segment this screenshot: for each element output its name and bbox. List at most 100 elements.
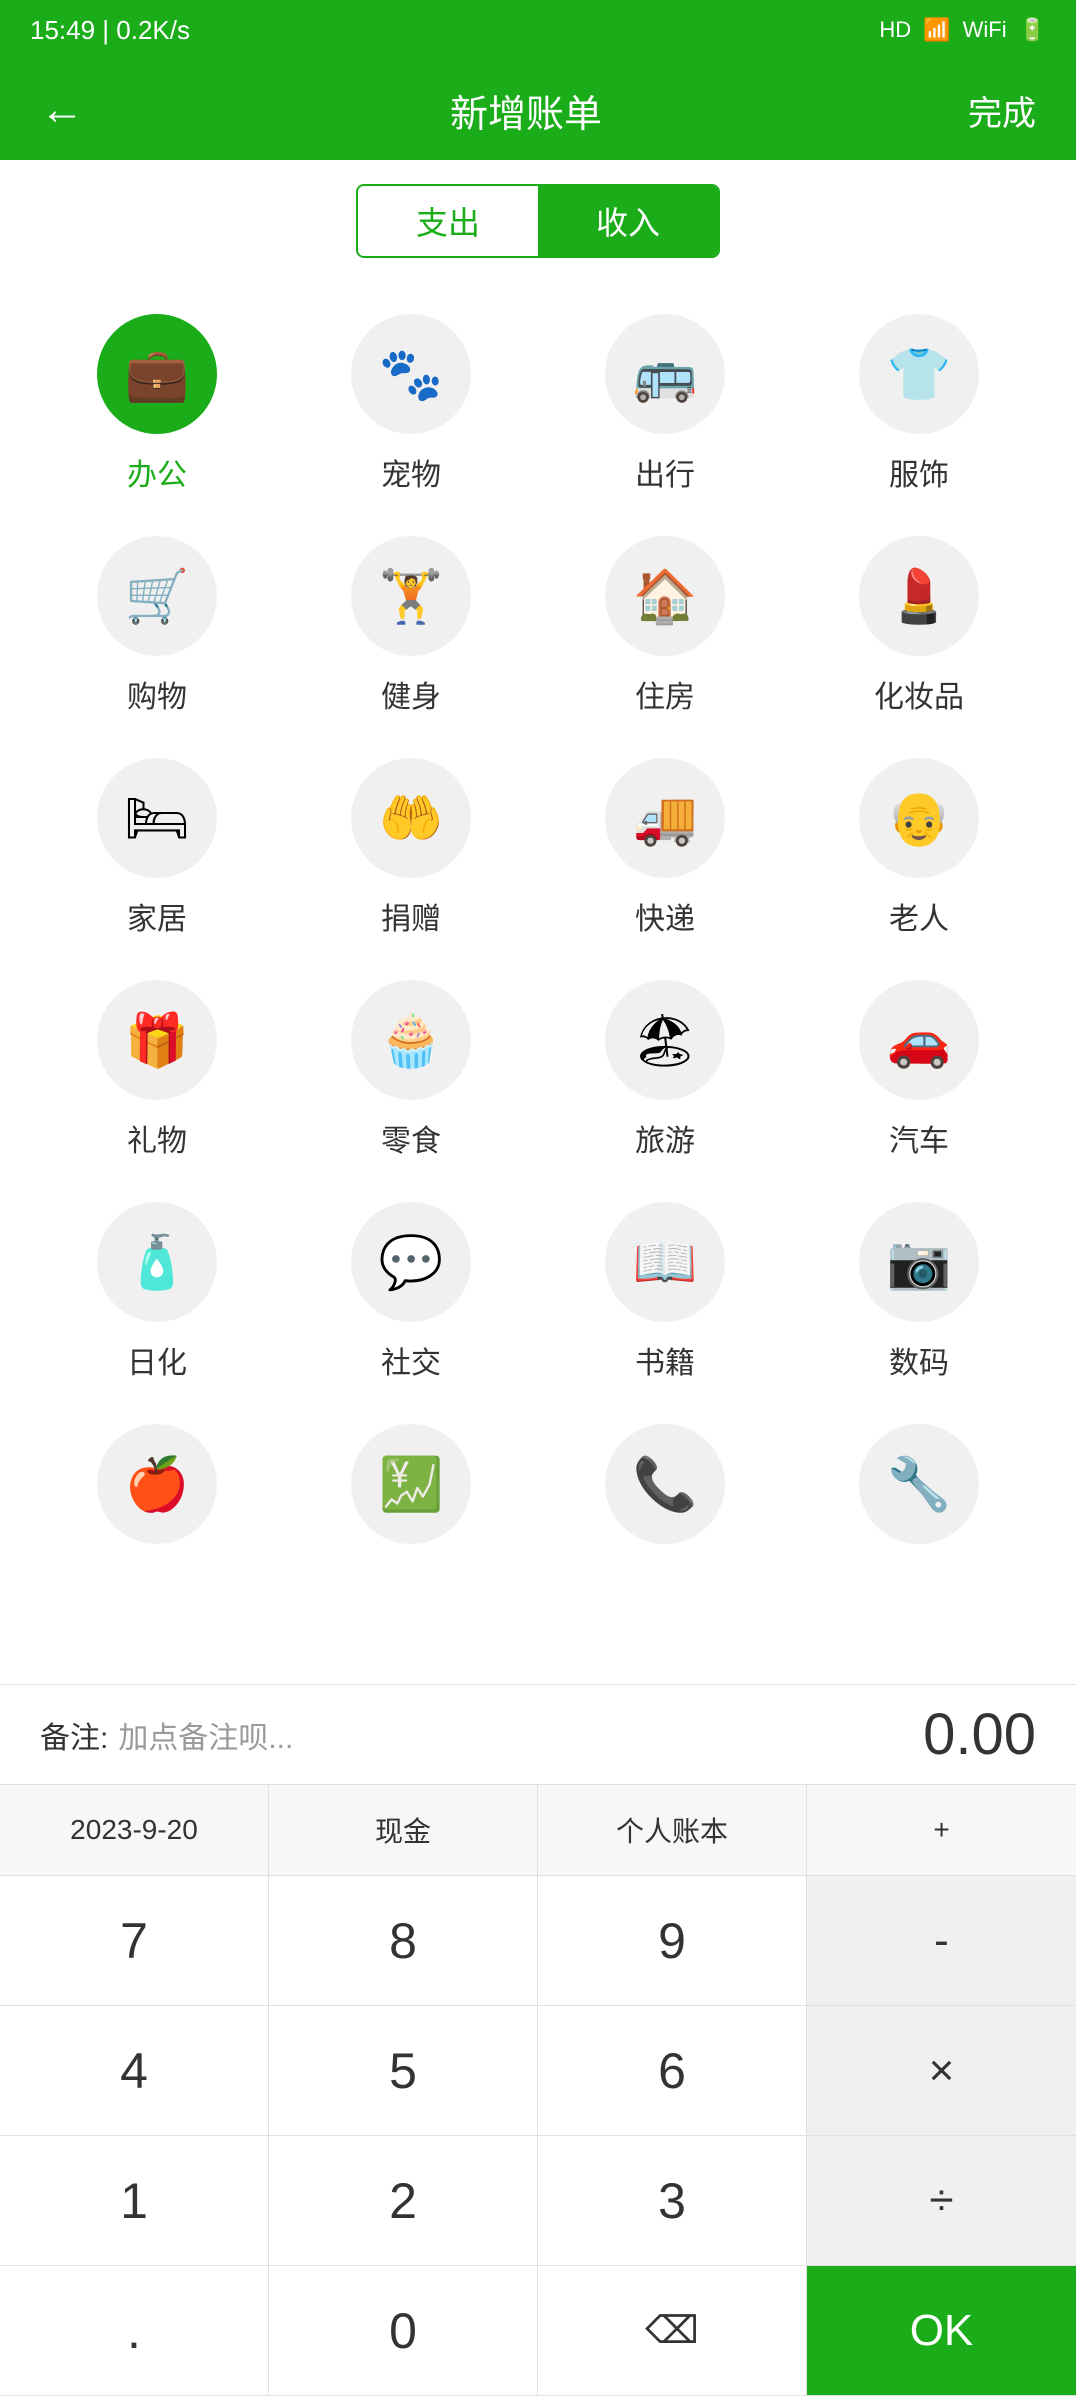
category-label-travel: 出行 xyxy=(635,450,695,494)
calc-key-3[interactable]: 3 xyxy=(538,2136,807,2266)
calc-payment[interactable]: 现金 xyxy=(269,1785,538,1875)
calculator: 789- 456× 123÷.0⌫OK xyxy=(0,1875,1076,2396)
category-item-travel[interactable]: 🚌 出行 xyxy=(555,298,775,510)
category-item-home[interactable]: 🛏 家居 xyxy=(47,742,267,954)
category-item-clothing[interactable]: 👕服饰 xyxy=(809,298,1029,510)
page-title: 新增账单 xyxy=(450,83,602,138)
category-icon-car: 🚗 xyxy=(859,980,979,1100)
category-item-donate[interactable]: 🤲 捐赠 xyxy=(301,742,521,954)
category-item-food[interactable]: 🍎 xyxy=(47,1408,267,1576)
category-item-social[interactable]: 💬社交 xyxy=(301,1186,521,1398)
tab-income[interactable]: 收入 xyxy=(538,186,718,256)
category-item-express[interactable]: 🚚 快递 xyxy=(555,742,775,954)
done-button[interactable]: 完成 xyxy=(968,86,1036,135)
category-label-fitness: 健身 xyxy=(381,672,441,716)
category-icon-express: 🚚 xyxy=(605,758,725,878)
category-row: 🍎 💹 📞 🔧 xyxy=(30,1408,1046,1576)
calc-key-backspace[interactable]: ⌫ xyxy=(538,2266,807,2396)
calc-key-OK[interactable]: OK xyxy=(807,2266,1076,2396)
category-item-digital[interactable]: 📷 数码 xyxy=(809,1186,1029,1398)
category-label-office: 办公 xyxy=(127,450,187,494)
category-item-shopping[interactable]: 🛒 购物 xyxy=(47,520,267,732)
category-icon-donate: 🤲 xyxy=(351,758,471,878)
calc-key-multiply[interactable]: × xyxy=(807,2006,1076,2136)
category-label-books: 书籍 xyxy=(635,1338,695,1382)
calc-account[interactable]: 个人账本 xyxy=(538,1785,807,1875)
category-item-tools[interactable]: 🔧 xyxy=(809,1408,1029,1576)
category-item-office[interactable]: 💼 办公 xyxy=(47,298,267,510)
category-icon-daily: 🧴 xyxy=(97,1202,217,1322)
calc-key-8[interactable]: 8 xyxy=(269,1876,538,2006)
category-icon-digital: 📷 xyxy=(859,1202,979,1322)
category-item-snacks[interactable]: 🧁 零食 xyxy=(301,964,521,1176)
category-item-call[interactable]: 📞 xyxy=(555,1408,775,1576)
category-item-car[interactable]: 🚗 汽车 xyxy=(809,964,1029,1176)
category-item-finance[interactable]: 💹 xyxy=(301,1408,521,1576)
battery-icon: 🔋 xyxy=(1019,17,1046,43)
remark-placeholder[interactable]: 加点备注呗... xyxy=(118,1713,293,1757)
category-label-express: 快递 xyxy=(635,894,695,938)
calc-key-5[interactable]: 5 xyxy=(269,2006,538,2136)
category-item-cosmetics[interactable]: 💄 化妆品 xyxy=(809,520,1029,732)
remark-left: 备注: 加点备注呗... xyxy=(40,1713,293,1757)
category-item-gift[interactable]: 🎁礼物 xyxy=(47,964,267,1176)
calc-key-6[interactable]: 6 xyxy=(538,2006,807,2136)
category-icon-home: 🛏 xyxy=(97,758,217,878)
category-label-gift: 礼物 xyxy=(127,1116,187,1160)
category-row: 💼 办公 🐾宠物 🚌 出行 👕服饰 xyxy=(30,298,1046,510)
category-icon-housing: 🏠 xyxy=(605,536,725,656)
category-label-housing: 住房 xyxy=(635,672,695,716)
category-label-car: 汽车 xyxy=(889,1116,949,1160)
wifi-icon: WiFi xyxy=(963,17,1007,43)
header: ← 新增账单 完成 xyxy=(0,60,1076,160)
category-label-donate: 捐赠 xyxy=(381,894,441,938)
category-icon-food: 🍎 xyxy=(97,1424,217,1544)
category-icon-office: 💼 xyxy=(97,314,217,434)
tab-expense[interactable]: 支出 xyxy=(358,186,538,256)
category-item-books[interactable]: 📖 书籍 xyxy=(555,1186,775,1398)
calc-date[interactable]: 2023-9-20 xyxy=(0,1785,269,1875)
category-label-social: 社交 xyxy=(381,1338,441,1382)
calc-key-2[interactable]: 2 xyxy=(269,2136,538,2266)
category-item-pets[interactable]: 🐾宠物 xyxy=(301,298,521,510)
calc-key--[interactable]: - xyxy=(807,1876,1076,2006)
category-row: 🛒 购物 🏋️健身 🏠 住房 💄 化妆品 xyxy=(30,520,1046,732)
category-icon-cosmetics: 💄 xyxy=(859,536,979,656)
calc-key-7[interactable]: 7 xyxy=(0,1876,269,2006)
category-row: 🧴日化💬社交 📖 书籍 📷 数码 xyxy=(30,1186,1046,1398)
category-icon-snacks: 🧁 xyxy=(351,980,471,1100)
category-icon-travel: 🚌 xyxy=(605,314,725,434)
calc-key-0[interactable]: 0 xyxy=(269,2266,538,2396)
calc-add[interactable]: + xyxy=(807,1785,1076,1875)
category-row: 🛏 家居 🤲 捐赠 🚚 快递 👴老人 xyxy=(30,742,1046,954)
category-label-shopping: 购物 xyxy=(127,672,187,716)
category-label-snacks: 零食 xyxy=(381,1116,441,1160)
category-label-digital: 数码 xyxy=(889,1338,949,1382)
calc-key-4[interactable]: 4 xyxy=(0,2006,269,2136)
back-button[interactable]: ← xyxy=(40,85,84,135)
category-item-housing[interactable]: 🏠 住房 xyxy=(555,520,775,732)
calc-info-row: 2023-9-20 现金 个人账本 + xyxy=(0,1784,1076,1875)
category-icon-call: 📞 xyxy=(605,1424,725,1544)
calc-key-.[interactable]: . xyxy=(0,2266,269,2396)
category-item-fitness[interactable]: 🏋️健身 xyxy=(301,520,521,732)
status-bar: 15:49 | 0.2K/s HD 📶 WiFi 🔋 xyxy=(0,0,1076,60)
hd-label: HD xyxy=(879,17,911,43)
status-time: 15:49 | 0.2K/s xyxy=(30,15,190,46)
calc-key-divide[interactable]: ÷ xyxy=(807,2136,1076,2266)
category-item-tourism[interactable]: 🏖旅游 xyxy=(555,964,775,1176)
tab-switcher: 支出 收入 xyxy=(0,160,1076,278)
category-item-daily[interactable]: 🧴日化 xyxy=(47,1186,267,1398)
calc-key-9[interactable]: 9 xyxy=(538,1876,807,2006)
category-icon-books: 📖 xyxy=(605,1202,725,1322)
category-label-home: 家居 xyxy=(127,894,187,938)
signal-icon: 📶 xyxy=(923,17,950,43)
tab-group: 支出 收入 xyxy=(356,184,720,258)
category-label-cosmetics: 化妆品 xyxy=(874,672,964,716)
category-icon-shopping: 🛒 xyxy=(97,536,217,656)
category-item-elderly[interactable]: 👴老人 xyxy=(809,742,1029,954)
category-icon-tools: 🔧 xyxy=(859,1424,979,1544)
category-row: 🎁礼物 🧁 零食 🏖旅游 🚗 汽车 xyxy=(30,964,1046,1176)
calc-key-1[interactable]: 1 xyxy=(0,2136,269,2266)
category-icon-pets: 🐾 xyxy=(351,314,471,434)
